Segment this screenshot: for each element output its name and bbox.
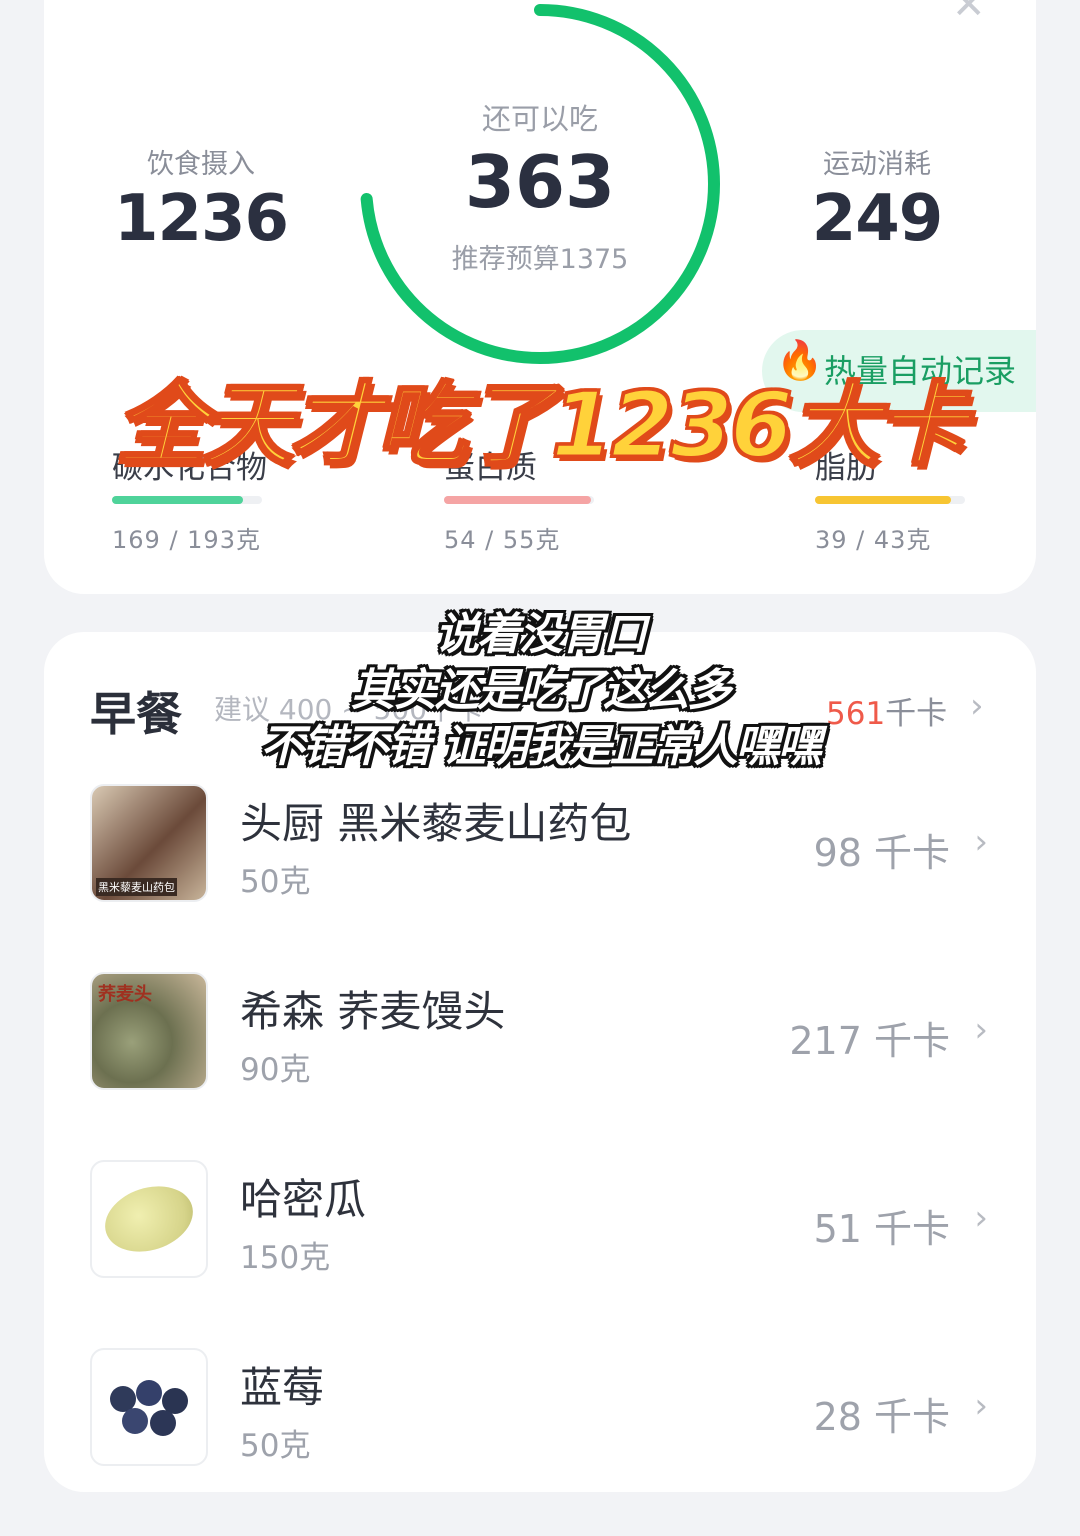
food-row[interactable]: 蓝莓 50克 28 千卡 ›: [44, 1348, 1036, 1536]
close-icon[interactable]: ✕: [952, 0, 986, 28]
blueberry-image: [150, 1410, 176, 1436]
macro-fill: [112, 496, 244, 504]
blueberry-image: [136, 1380, 162, 1406]
food-name: 哈密瓜: [240, 1175, 367, 1224]
food-thumbnail: 黑米藜麦山药包: [90, 784, 208, 902]
food-name: 希森 荞麦馒头: [240, 987, 506, 1036]
overlay-title: 全天才吃了1236大卡: [115, 372, 969, 480]
macro-fill: [815, 496, 952, 504]
food-row[interactable]: 黑米藜麦山药包 头厨 黑米藜麦山药包 50克 98 千卡 ›: [44, 784, 1036, 972]
food-weight: 50克: [240, 1428, 311, 1464]
macro-bar-protein: [444, 496, 594, 504]
food-row[interactable]: 哈密瓜 150克 51 千卡 ›: [44, 1160, 1036, 1348]
chevron-right-icon: ›: [974, 822, 988, 862]
melon-image: [96, 1175, 202, 1263]
food-kcal: 217 千卡: [789, 1019, 950, 1063]
food-name: 蓝莓: [240, 1363, 325, 1412]
food-weight: 150克: [240, 1240, 331, 1276]
intake-label: 饮食摄入: [147, 149, 255, 180]
chevron-right-icon: ›: [974, 1010, 988, 1050]
food-kcal: 98 千卡: [813, 831, 950, 875]
blueberry-image: [122, 1408, 148, 1434]
macro-bar-fat: [815, 496, 965, 504]
food-kcal: 51 千卡: [813, 1207, 950, 1251]
food-thumbnail: [90, 1160, 208, 1278]
thumb-label: 荞麦头: [98, 984, 152, 1005]
food-weight: 50克: [240, 864, 311, 900]
chevron-right-icon: ›: [974, 1198, 988, 1238]
remaining-value: 363: [464, 140, 616, 224]
remaining-label: 还可以吃: [481, 102, 598, 136]
macro-fill: [444, 496, 591, 504]
macro-value-protein: 54 / 55克: [444, 526, 561, 554]
food-thumbnail: 荞麦头: [90, 972, 208, 1090]
caption-line: 其实还是吃了这么多: [351, 665, 731, 716]
budget-label: 推荐预算1375: [451, 244, 629, 275]
macro-bar-carbs: [112, 496, 262, 504]
food-name: 头厨 黑米藜麦山药包: [240, 799, 632, 848]
thumb-label: 黑米藜麦山药包: [96, 878, 177, 896]
macro-value-fat: 39 / 43克: [815, 526, 932, 554]
food-kcal: 28 千卡: [813, 1395, 950, 1439]
macro-value-carbs: 169 / 193克: [112, 526, 261, 554]
intake-value: 1236: [113, 182, 289, 256]
food-row[interactable]: 荞麦头 希森 荞麦馒头 90克 217 千卡 ›: [44, 972, 1036, 1160]
food-weight: 90克: [240, 1052, 311, 1088]
burn-label: 运动消耗: [823, 149, 931, 180]
food-thumbnail: [90, 1348, 208, 1466]
burn-value: 249: [811, 182, 944, 256]
caption-line: 不错不错 证明我是正常人嘿嘿: [260, 721, 821, 772]
chevron-right-icon: ›: [974, 1386, 988, 1426]
caption-line: 说着没胃口: [435, 609, 647, 660]
